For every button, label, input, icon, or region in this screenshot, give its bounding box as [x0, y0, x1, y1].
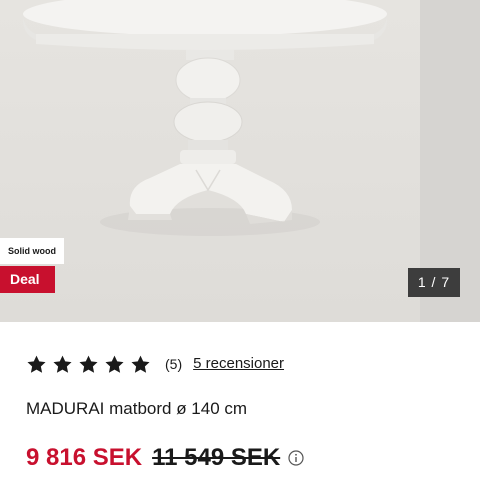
star-icon [104, 354, 125, 375]
rating-summary: (5) 5 recensioner [26, 353, 284, 375]
star-icon [52, 354, 73, 375]
deal-badge: Deal [0, 266, 55, 293]
product-image-gallery[interactable]: Solid wood Deal 1 / 7 [0, 0, 480, 322]
star-icon [78, 354, 99, 375]
current-price: 9 816 SEK [26, 444, 143, 471]
reviews-link[interactable]: 5 recensioner [193, 353, 284, 375]
original-price: 11 549 SEK [152, 444, 281, 471]
image-counter: 1 / 7 [408, 268, 460, 297]
rating-count: (5) [165, 356, 183, 372]
product-title: MADURAI matbord ø 140 cm [26, 399, 248, 418]
star-icon [130, 354, 151, 375]
star-icon [26, 354, 47, 375]
price-block: 9 816 SEK 11 549 SEK [26, 442, 304, 474]
table-illustration [0, 0, 420, 322]
material-badge: Solid wood [0, 238, 64, 264]
star-rating [26, 354, 156, 375]
product-photo[interactable] [0, 0, 420, 322]
info-icon[interactable] [288, 450, 304, 466]
